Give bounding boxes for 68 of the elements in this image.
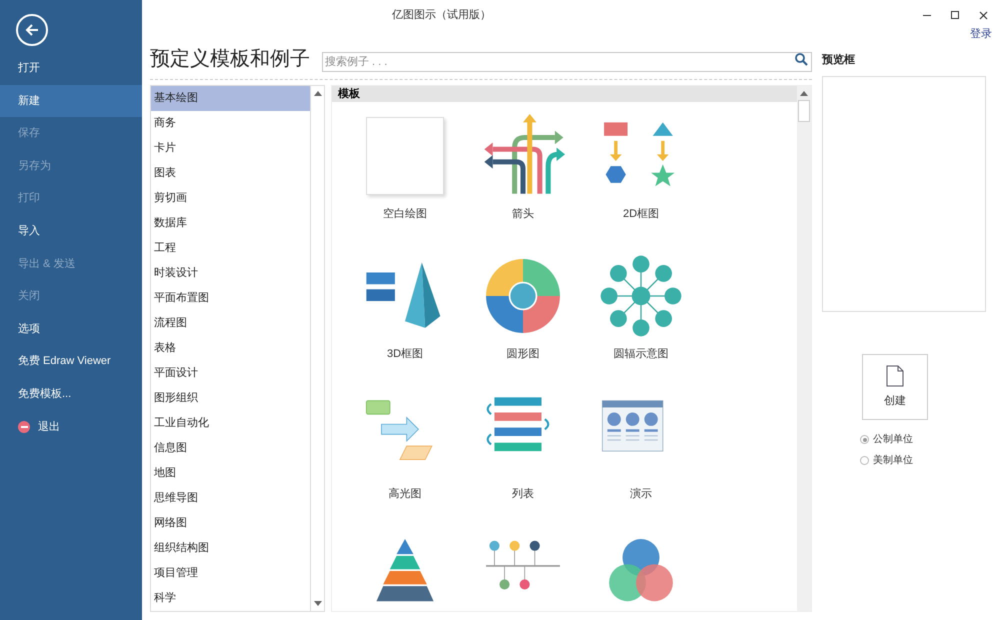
unit-radio[interactable]: 公制单位: [860, 432, 986, 447]
scroll-up-icon: [314, 90, 322, 96]
category-item[interactable]: 时装设计: [151, 260, 310, 286]
template-label: 演示: [630, 486, 652, 502]
category-item[interactable]: 科学: [151, 586, 310, 610]
category-item[interactable]: 图形组织: [151, 386, 310, 410]
template-label: 列表: [512, 487, 534, 502]
template-label: 圆形图: [506, 347, 540, 362]
category-item[interactable]: 数据库: [151, 210, 310, 236]
template-label: 高光图: [388, 486, 422, 502]
back-button[interactable]: [16, 14, 48, 46]
template-label: 圆辐示意图: [614, 347, 668, 362]
login-link[interactable]: 登录: [970, 26, 992, 42]
template-tile[interactable]: 箭头: [464, 112, 582, 244]
window-title: 亿图图示（试用版）: [392, 8, 491, 23]
category-item[interactable]: 商务: [151, 110, 310, 136]
template-tile[interactable]: 高光图: [346, 392, 464, 524]
template-label: 3D框图: [386, 347, 424, 362]
category-item[interactable]: 图表: [151, 160, 310, 186]
scroll-thumb[interactable]: [798, 100, 810, 122]
back-arrow-icon: [24, 22, 40, 38]
template-tile[interactable]: 圆形图: [464, 252, 582, 384]
document-icon: [886, 364, 904, 387]
category-item[interactable]: 流程图: [151, 310, 310, 336]
sidebar-item[interactable]: 免费 Edraw Viewer: [0, 345, 142, 378]
template-label: 2D框图: [622, 207, 660, 222]
category-item[interactable]: 工业自动化: [151, 410, 310, 436]
preview-title: 预览框: [822, 52, 856, 68]
category-item[interactable]: 项目管理: [151, 560, 310, 586]
category-item[interactable]: 剪切画: [151, 186, 310, 210]
scrollbar[interactable]: [310, 86, 324, 611]
unit-radio[interactable]: 美制单位: [860, 453, 986, 468]
category-item[interactable]: 思维导图: [151, 486, 310, 510]
template-tile[interactable]: 2D框图: [582, 112, 700, 244]
close-icon: [978, 10, 988, 20]
category-item[interactable]: 信息图: [151, 436, 310, 460]
template-tile[interactable]: 空白绘图: [346, 112, 464, 244]
sidebar-item[interactable]: 导入: [0, 214, 142, 248]
category-item[interactable]: 地图: [151, 460, 310, 486]
blank-page-icon: [366, 117, 444, 195]
page-heading: 预定义模板和例子: [150, 46, 310, 72]
create-button[interactable]: 创建: [862, 354, 928, 420]
category-item[interactable]: 基本绘图: [151, 86, 310, 110]
category-item[interactable]: 网络图: [151, 510, 310, 536]
scroll-down-icon: [314, 601, 322, 607]
category-item[interactable]: 卡片: [151, 136, 310, 160]
scrollbar[interactable]: [797, 86, 811, 611]
no-entry-icon: [18, 420, 30, 433]
section-header: 模板: [332, 86, 797, 102]
template-tile[interactable]: 演示: [582, 392, 700, 524]
sidebar-item[interactable]: 打开: [0, 52, 142, 85]
template-tile[interactable]: 3D框图: [346, 252, 464, 384]
category-item[interactable]: 工程: [151, 236, 310, 260]
scroll-up-icon: [800, 90, 808, 96]
sidebar-item[interactable]: 退出: [0, 410, 142, 444]
template-tile[interactable]: 列表: [464, 392, 582, 524]
category-item[interactable]: 平面布置图: [151, 286, 310, 310]
sidebar-item[interactable]: 免费模板...: [0, 378, 142, 411]
template-label: 空白绘图: [383, 206, 427, 222]
search-icon: [794, 52, 808, 66]
sidebar-item[interactable]: 新建: [0, 84, 142, 118]
category-item[interactable]: 组织结构图: [151, 536, 310, 560]
search-field[interactable]: 搜索例子 . . .: [322, 52, 812, 72]
category-item[interactable]: 表格: [151, 336, 310, 360]
template-tile[interactable]: 圆辐示意图: [582, 252, 700, 384]
sidebar-item[interactable]: 选项: [0, 312, 142, 346]
template-label: 箭头: [512, 207, 534, 222]
category-item[interactable]: 平面设计: [151, 360, 310, 386]
